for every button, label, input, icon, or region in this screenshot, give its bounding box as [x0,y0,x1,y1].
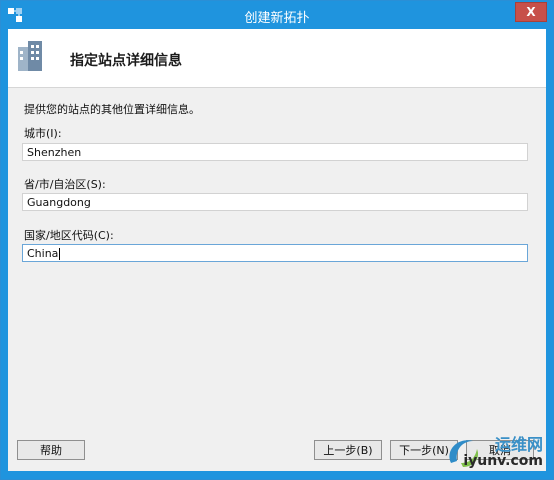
province-label: 省/市/自治区(S): [24,178,106,191]
watermark-line1: 运维网 [494,435,543,454]
building-icon [18,41,42,71]
close-button[interactable]: X [515,2,547,22]
title-bar[interactable]: 创建新拓扑 X [1,1,553,29]
close-icon: X [526,5,536,19]
instructions-text: 提供您的站点的其他位置详细信息。 [24,103,200,116]
dialog-body: 指定站点详细信息 提供您的站点的其他位置详细信息。 城市(I): Shenzhe… [8,29,546,471]
city-value: Shenzhen [27,146,82,159]
city-label: 城市(I): [24,127,62,140]
country-value: China [27,247,59,260]
dialog-window: 创建新拓扑 X 指定站点详细信息 提供您的站点的其他位置详细信息。 城市(I): [0,0,554,480]
window-title: 创建新拓扑 [244,11,310,26]
wizard-header: 指定站点详细信息 [8,29,546,88]
country-label: 国家/地区代码(C): [24,229,114,242]
back-button[interactable]: 上一步(B) [314,440,382,460]
province-field[interactable]: Guangdong [22,193,528,211]
province-value: Guangdong [27,196,91,209]
help-button[interactable]: 帮助 [17,440,85,460]
text-caret [59,248,61,260]
watermark-line2: iyunv.com [463,453,543,469]
city-field[interactable]: Shenzhen [22,143,528,161]
page-title: 指定站点详细信息 [70,53,182,69]
country-field[interactable]: China [22,244,528,262]
watermark: 运维网 iyunv.com [443,431,543,475]
